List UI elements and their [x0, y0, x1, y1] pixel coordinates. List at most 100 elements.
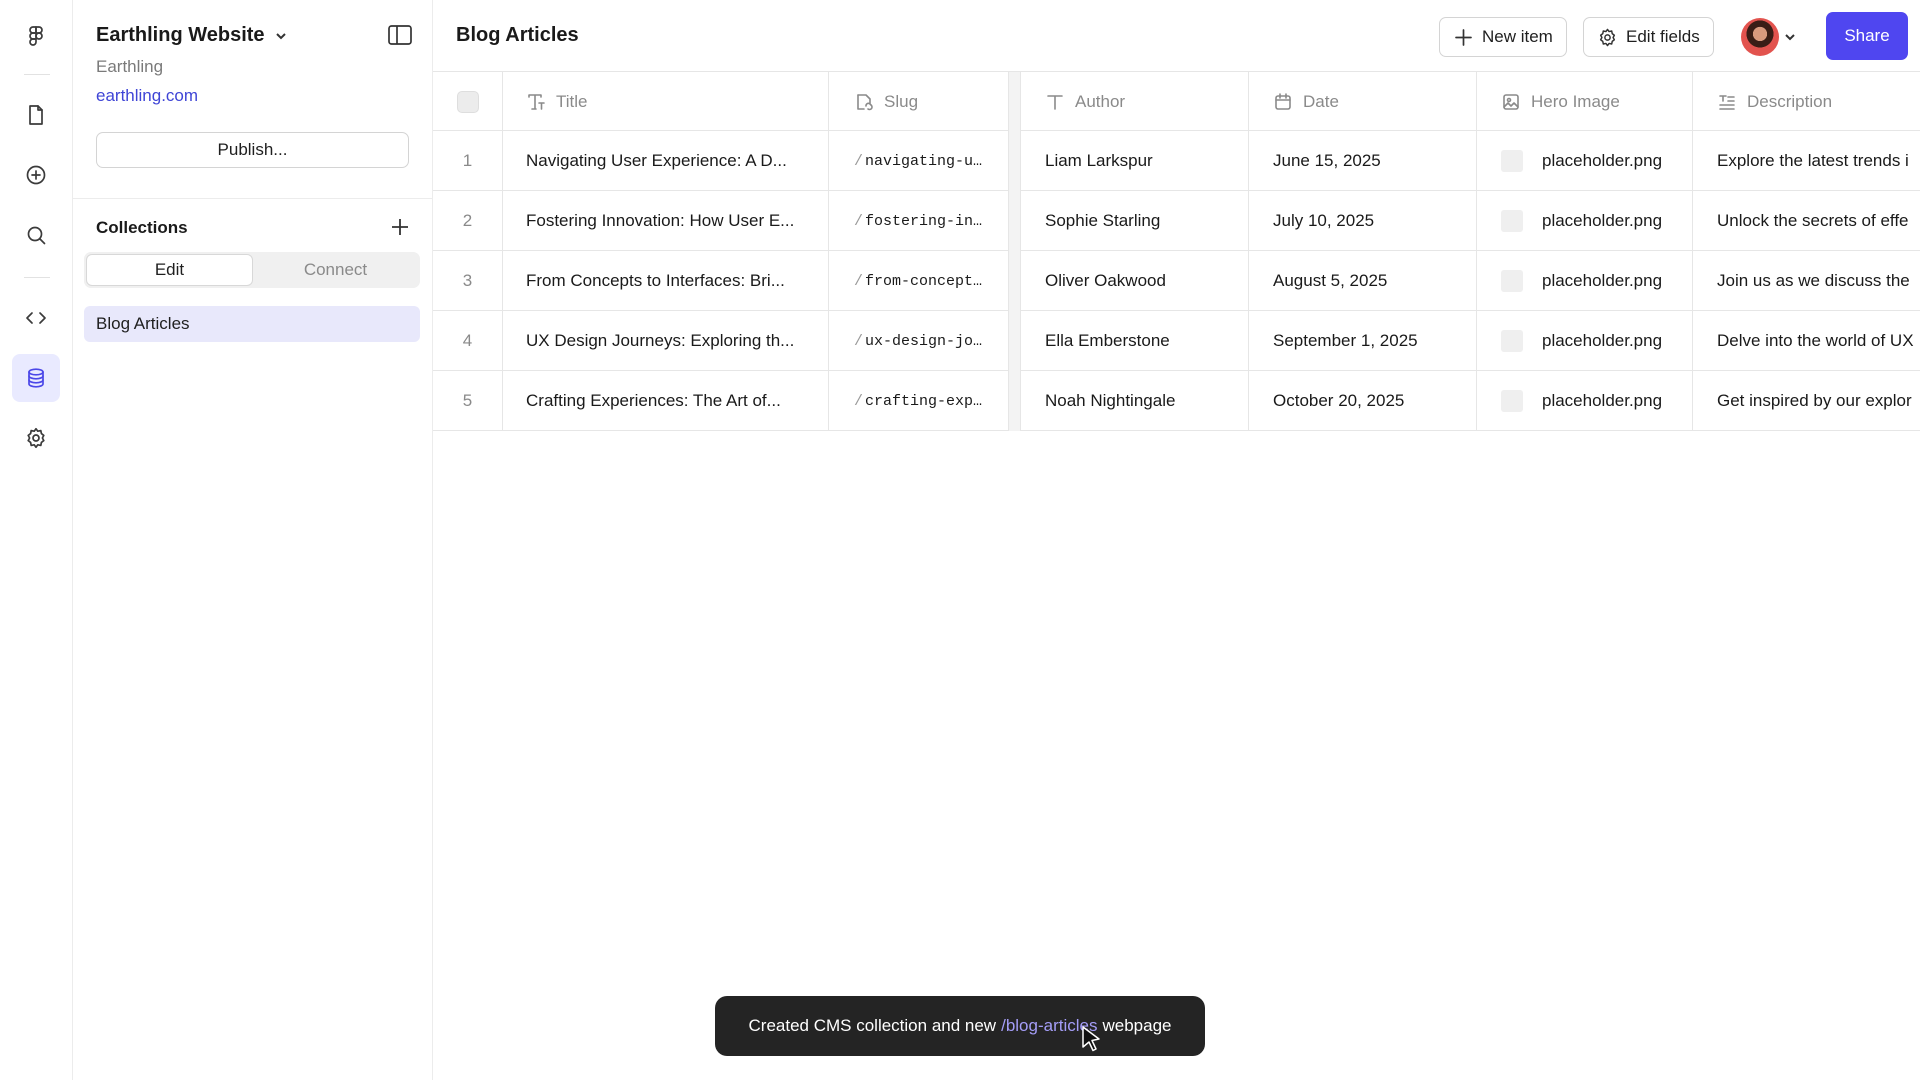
table-row[interactable]: 2 Fostering Innovation: How User E... / …: [433, 191, 1920, 251]
site-switcher[interactable]: Earthling Website: [96, 24, 289, 47]
edit-fields-button[interactable]: Edit fields: [1583, 17, 1714, 57]
select-all-checkbox[interactable]: [456, 91, 479, 113]
site-domain-link[interactable]: earthling.com: [96, 86, 198, 106]
table-row[interactable]: 5 Crafting Experiences: The Art of... / …: [433, 371, 1920, 431]
sidebar-toggle-icon[interactable]: [387, 24, 415, 48]
description-value: Unlock the secrets of effe: [1717, 211, 1909, 230]
share-button[interactable]: Share: [1826, 12, 1908, 60]
tab-connect[interactable]: Connect: [253, 254, 418, 286]
column-header-label: Date: [1303, 92, 1339, 111]
description-cell[interactable]: Explore the latest trends i: [1693, 131, 1920, 191]
date-value: September 1, 2025: [1273, 331, 1418, 350]
title-cell[interactable]: From Concepts to Interfaces: Bri...: [503, 251, 829, 311]
date-value: July 10, 2025: [1273, 211, 1375, 230]
author-cell[interactable]: Oliver Oakwood: [1021, 251, 1249, 311]
column-header-author[interactable]: Author: [1021, 72, 1249, 132]
tab-edit[interactable]: Edit: [86, 254, 253, 286]
author-cell[interactable]: Ella Emberstone: [1021, 311, 1249, 371]
date-cell[interactable]: July 10, 2025: [1249, 191, 1477, 251]
slug-cell[interactable]: / navigating-u…: [829, 131, 1009, 191]
date-cell[interactable]: June 15, 2025: [1249, 131, 1477, 191]
edit-fields-label: Edit fields: [1626, 27, 1700, 46]
column-header-description[interactable]: Description: [1693, 72, 1920, 132]
description-cell[interactable]: Join us as we discuss the: [1693, 251, 1920, 311]
description-cell[interactable]: Delve into the world of UX: [1693, 311, 1920, 371]
slug-cell[interactable]: / from-concept…: [829, 251, 1009, 311]
frozen-column-divider: [1009, 311, 1021, 371]
row-number: 4: [462, 331, 473, 350]
toast-text-suffix: webpage: [1102, 1016, 1172, 1035]
column-header-hero-image[interactable]: Hero Image: [1477, 72, 1693, 132]
collection-table-view: Blog Articles New item Edit fields Share…: [433, 0, 1920, 1080]
table-row[interactable]: 4 UX Design Journeys: Exploring th... / …: [433, 311, 1920, 371]
date-cell[interactable]: August 5, 2025: [1249, 251, 1477, 311]
table-row[interactable]: 1 Navigating User Experience: A D... / n…: [433, 131, 1920, 191]
avatar: [1741, 18, 1779, 56]
panel-divider: [73, 198, 433, 199]
row-number-cell[interactable]: 1: [433, 131, 503, 191]
title-cell[interactable]: Fostering Innovation: How User E...: [503, 191, 829, 251]
slug-prefix: /: [854, 332, 864, 350]
collection-item-blog-articles[interactable]: Blog Articles: [84, 306, 420, 342]
frozen-column-divider[interactable]: [1009, 72, 1021, 132]
description-cell[interactable]: Get inspired by our explor: [1693, 371, 1920, 431]
author-cell[interactable]: Liam Larkspur: [1021, 131, 1249, 191]
slug-cell[interactable]: / ux-design-jo…: [829, 311, 1009, 371]
hero-image-cell[interactable]: placeholder.png: [1477, 311, 1693, 371]
database-icon[interactable]: [12, 354, 60, 402]
title-value: From Concepts to Interfaces: Bri...: [526, 271, 785, 290]
plus-icon: [1455, 28, 1472, 46]
code-icon[interactable]: [12, 294, 60, 342]
hero-image-cell[interactable]: placeholder.png: [1477, 371, 1693, 431]
add-collection-icon[interactable]: [389, 216, 413, 240]
slug-value: from-concept…: [865, 272, 983, 290]
column-header-date[interactable]: Date: [1249, 72, 1477, 132]
row-number-cell[interactable]: 3: [433, 251, 503, 311]
row-number-cell[interactable]: 4: [433, 311, 503, 371]
figma-logo-icon[interactable]: [12, 12, 60, 60]
slug-cell[interactable]: / fostering-in…: [829, 191, 1009, 251]
chevron-down-icon: [275, 32, 286, 39]
plus-circle-icon[interactable]: [12, 151, 60, 199]
slug-prefix: /: [854, 212, 864, 230]
file-icon[interactable]: [12, 91, 60, 139]
team-name: Earthling: [96, 57, 164, 76]
table-row[interactable]: 3 From Concepts to Interfaces: Bri... / …: [433, 251, 1920, 311]
title-cell[interactable]: Navigating User Experience: A D...: [503, 131, 829, 191]
image-thumbnail: [1501, 270, 1523, 292]
author-cell[interactable]: Sophie Starling: [1021, 191, 1249, 251]
column-header-label: Slug: [884, 92, 919, 111]
icon-rail: [0, 0, 73, 1080]
frozen-column-divider: [1009, 371, 1021, 431]
column-header-label: Description: [1747, 92, 1833, 111]
title-cell[interactable]: Crafting Experiences: The Art of...: [503, 371, 829, 431]
row-number-cell[interactable]: 2: [433, 191, 503, 251]
hero-image-cell[interactable]: placeholder.png: [1477, 251, 1693, 311]
user-menu[interactable]: [1741, 18, 1797, 56]
column-header-slug[interactable]: Slug: [829, 72, 1009, 132]
date-value: August 5, 2025: [1273, 271, 1388, 290]
row-number-cell[interactable]: 5: [433, 371, 503, 431]
toast-text: Created CMS collection and new: [748, 1016, 997, 1035]
column-header-title[interactable]: Title: [503, 72, 829, 132]
slug-cell[interactable]: / crafting-exp…: [829, 371, 1009, 431]
page-title: Blog Articles: [456, 24, 579, 46]
hero-image-filename: placeholder.png: [1542, 271, 1663, 290]
row-number: 2: [462, 211, 473, 230]
frozen-column-divider: [1009, 251, 1021, 311]
new-item-button[interactable]: New item: [1439, 17, 1567, 57]
author-cell[interactable]: Noah Nightingale: [1021, 371, 1249, 431]
search-icon[interactable]: [12, 211, 60, 259]
author-value: Noah Nightingale: [1045, 391, 1176, 410]
date-cell[interactable]: September 1, 2025: [1249, 311, 1477, 371]
date-cell[interactable]: October 20, 2025: [1249, 371, 1477, 431]
hero-image-cell[interactable]: placeholder.png: [1477, 191, 1693, 251]
title-cell[interactable]: UX Design Journeys: Exploring th...: [503, 311, 829, 371]
publish-button[interactable]: Publish...: [96, 132, 409, 168]
calendar-icon: [1275, 93, 1291, 110]
hero-image-cell[interactable]: placeholder.png: [1477, 131, 1693, 191]
date-value: June 15, 2025: [1273, 151, 1381, 170]
gear-icon[interactable]: [12, 414, 60, 462]
mouse-cursor-icon: [1082, 1026, 1100, 1052]
description-cell[interactable]: Unlock the secrets of effe: [1693, 191, 1920, 251]
